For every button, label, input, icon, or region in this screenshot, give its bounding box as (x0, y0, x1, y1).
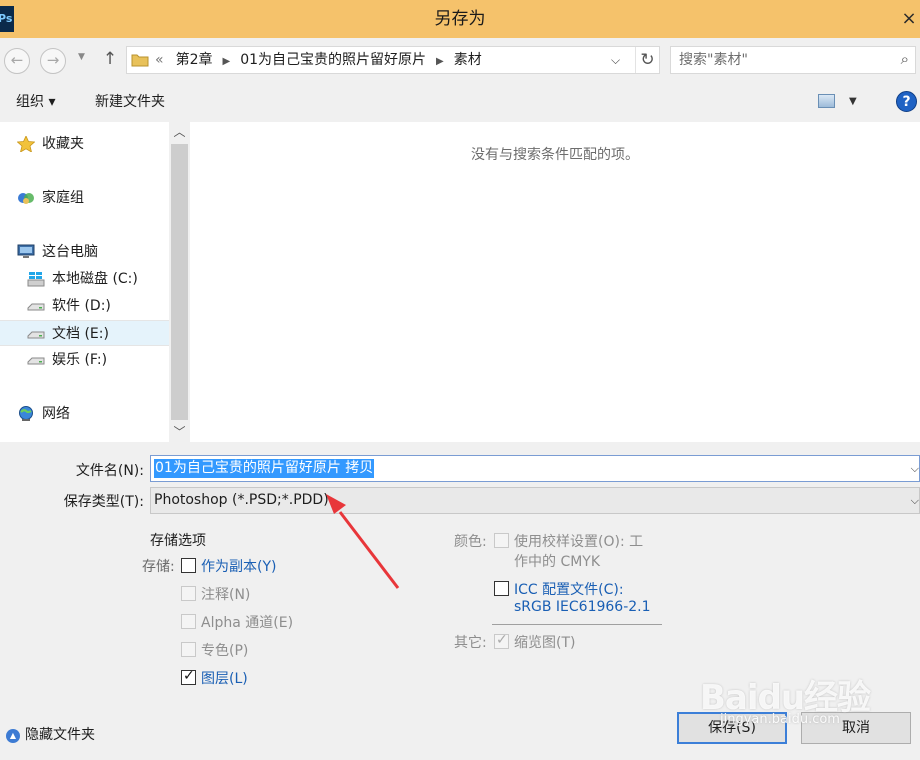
save-options-heading: 存储选项 (150, 533, 206, 549)
icc-profile-label-line1[interactable]: ICC 配置文件(C): (514, 579, 624, 599)
breadcrumb-item[interactable]: 01为自己宝贵的照片留好原片 (240, 52, 426, 68)
hide-folders-toggle[interactable]: ▲ 隐藏文件夹 (6, 724, 95, 744)
chevron-down-icon[interactable]: ⌵ (611, 47, 620, 73)
annotations-label: 注释(N) (201, 587, 251, 603)
other-label: 其它: (454, 635, 487, 651)
view-mode-icon[interactable] (818, 94, 835, 108)
scroll-up-icon[interactable]: ︿ (169, 122, 190, 142)
sidebar-item-label: 娱乐 (F:) (52, 352, 108, 368)
chevron-down-icon[interactable]: ⌵ (911, 488, 919, 513)
watermark-url: jingyan.baidu.com (720, 712, 840, 727)
breadcrumb-item[interactable]: 第2章 (176, 52, 213, 68)
breadcrumb-overflow[interactable]: « (155, 52, 164, 68)
spot-colors-label: 专色(P) (201, 643, 249, 659)
layers-checkbox[interactable]: ✓ (181, 668, 196, 685)
sidebar-item-drive-f[interactable]: 娱乐 (F:) (0, 347, 169, 373)
hide-folders-label: 隐藏文件夹 (25, 727, 95, 743)
sidebar-item-label: 收藏夹 (42, 136, 84, 152)
scroll-down-icon[interactable]: ﹀ (169, 422, 190, 442)
network-icon (19, 406, 33, 421)
search-input[interactable] (679, 50, 879, 70)
filename-label: 文件名(N): (75, 463, 144, 479)
scrollbar-thumb[interactable] (171, 144, 188, 420)
command-bar: 组织 ▾ 新建文件夹 ▼ ? (0, 84, 920, 122)
checkmark-icon: ✓ (496, 632, 508, 648)
forward-button[interactable]: → (40, 48, 66, 74)
dialog-title: 另存为 (434, 9, 486, 29)
thumbnail-label: 缩览图(T) (514, 635, 576, 651)
close-icon[interactable]: × (898, 0, 920, 38)
thumbnail-checkbox: ✓ (494, 632, 509, 649)
drive-icon (27, 331, 45, 339)
as-copy-label[interactable]: 作为副本(Y) (201, 556, 276, 576)
search-box[interactable]: ⌕ (670, 46, 916, 74)
up-arrow-icon[interactable]: ↑ (100, 49, 120, 69)
sidebar-item-label: 文档 (E:) (52, 326, 109, 342)
navigation-pane: 收藏夹 家庭组 这台电脑 本地磁盘 (C:) 软件 (D:) 文档 (E:) 娱… (0, 122, 169, 442)
breadcrumb: « 第2章 ▶ 01为自己宝贵的照片留好原片 ▶ 素材 (155, 47, 482, 75)
windows-drive-icon (27, 272, 45, 287)
drive-icon (27, 303, 45, 311)
sidebar-item-label: 本地磁盘 (C:) (52, 271, 138, 287)
proof-setup-label-line1: 使用校样设置(O): 工 (514, 534, 644, 550)
proof-setup-label-line2: 作中的 CMYK (514, 554, 601, 570)
sidebar-item-drive-d[interactable]: 软件 (D:) (0, 293, 169, 319)
save-label: 存储: (142, 559, 175, 575)
filename-input[interactable]: 01为自己宝贵的照片留好原片 拷贝 (154, 459, 375, 478)
refresh-icon[interactable]: ↻ (635, 47, 659, 73)
icc-profile-label-line2[interactable]: sRGB IEC61966-2.1 (514, 599, 651, 615)
sidebar-item-network[interactable]: 网络 (0, 401, 169, 427)
sidebar-item-drive-c[interactable]: 本地磁盘 (C:) (0, 266, 169, 292)
sidebar-item-homegroup[interactable]: 家庭组 (0, 185, 169, 211)
sidebar-item-this-pc[interactable]: 这台电脑 (0, 239, 169, 265)
sidebar-item-label: 软件 (D:) (52, 298, 111, 314)
alpha-channels-checkbox (181, 614, 196, 629)
nav-scrollbar[interactable]: ︿ ﹀ (169, 122, 190, 442)
sidebar-item-drive-e[interactable]: 文档 (E:) (0, 320, 169, 346)
sidebar-item-label: 网络 (42, 406, 70, 422)
computer-icon (17, 244, 35, 258)
spot-colors-checkbox (181, 642, 196, 657)
checkmark-icon: ✓ (183, 668, 195, 684)
baidu-watermark: Baidu经验 jingyan.baidu.com (700, 662, 910, 727)
icc-profile-checkbox[interactable] (494, 581, 509, 596)
as-copy-checkbox[interactable] (181, 558, 196, 573)
star-icon (17, 136, 35, 152)
use-proof-setup-checkbox (494, 533, 509, 548)
filetype-label: 保存类型(T): (63, 494, 144, 510)
organize-menu[interactable]: 组织 ▾ (16, 84, 55, 120)
new-folder-button[interactable]: 新建文件夹 (95, 84, 165, 120)
folder-icon (131, 54, 149, 67)
chevron-up-icon: ▲ (6, 729, 20, 743)
layers-label[interactable]: 图层(L) (201, 668, 248, 688)
drive-icon (27, 357, 45, 365)
sidebar-item-label: 这台电脑 (42, 244, 98, 260)
alpha-channels-label: Alpha 通道(E) (201, 615, 294, 631)
color-label: 颜色: (454, 534, 487, 550)
chevron-right-icon[interactable]: ▶ (223, 56, 231, 67)
back-button[interactable]: ← (4, 48, 30, 74)
annotations-checkbox (181, 586, 196, 601)
search-icon[interactable]: ⌕ (901, 50, 909, 68)
chevron-right-icon[interactable]: ▶ (436, 56, 444, 67)
sidebar-item-label: 家庭组 (42, 190, 84, 206)
filename-field[interactable]: 01为自己宝贵的照片留好原片 拷贝 ⌵ (150, 455, 920, 482)
address-bar[interactable]: « 第2章 ▶ 01为自己宝贵的照片留好原片 ▶ 素材 ⌵ ↻ (126, 46, 660, 74)
empty-state-message: 没有与搜索条件匹配的项。 (471, 147, 639, 163)
sidebar-item-favorites[interactable]: 收藏夹 (0, 131, 169, 157)
filetype-value: Photoshop (*.PSD;*.PDD) (154, 492, 329, 508)
file-list-pane[interactable]: 没有与搜索条件匹配的项。 (190, 122, 920, 442)
filetype-select[interactable]: Photoshop (*.PSD;*.PDD) ⌵ (150, 487, 920, 514)
options-divider (492, 624, 662, 625)
breadcrumb-item[interactable]: 素材 (454, 52, 482, 68)
navigation-bar: ← → ▼ ↑ « 第2章 ▶ 01为自己宝贵的照片留好原片 ▶ 素材 ⌵ ↻ ⌕ (0, 38, 920, 84)
recent-locations-dropdown[interactable]: ▼ (78, 52, 85, 62)
help-icon[interactable]: ? (896, 91, 917, 112)
view-options-dropdown[interactable]: ▼ (849, 84, 857, 120)
chevron-down-icon[interactable]: ⌵ (911, 456, 919, 481)
homegroup-icon (18, 193, 34, 204)
title-bar: Ps 另存为 × (0, 0, 920, 38)
